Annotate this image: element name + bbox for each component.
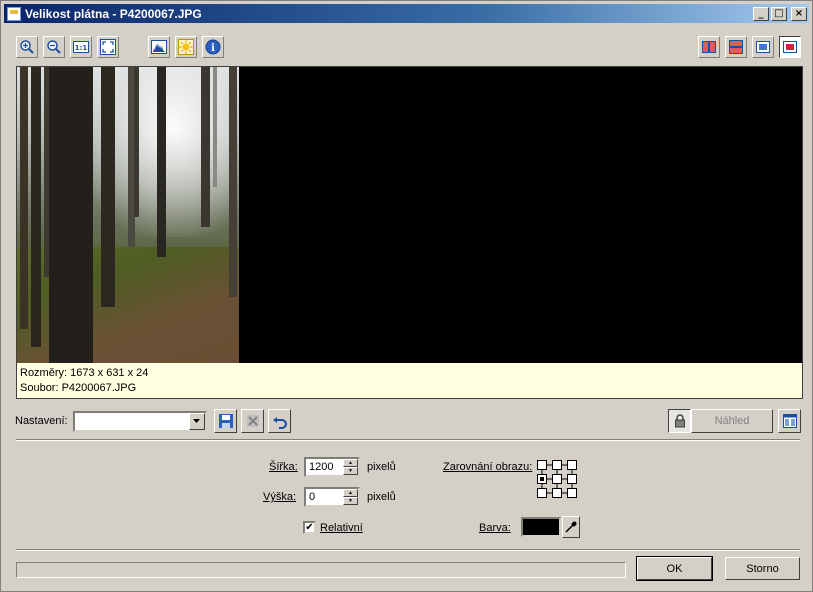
relative-checkbox[interactable]: ✔ bbox=[303, 521, 316, 534]
alignment-label-text: Zarovnání obrazu: bbox=[443, 461, 533, 473]
close-button[interactable]: × bbox=[791, 6, 807, 21]
height-up-arrow[interactable]: ▲ bbox=[343, 489, 358, 497]
height-input[interactable]: 0 bbox=[309, 491, 315, 503]
split-vertical-icon bbox=[702, 41, 716, 53]
zoom-in-icon bbox=[20, 40, 34, 54]
image-info-panel: Rozměry: 1673 x 631 x 24 Soubor: P420006… bbox=[16, 363, 803, 399]
single-view-icon bbox=[783, 41, 797, 53]
maximize-button[interactable]: □ bbox=[771, 6, 787, 21]
zoom-out-icon bbox=[47, 40, 61, 54]
eyedropper-button[interactable] bbox=[562, 516, 580, 538]
split-horizontal-button[interactable] bbox=[725, 36, 747, 58]
actual-size-button[interactable]: 1:1 bbox=[70, 36, 92, 58]
zoom-out-button[interactable] bbox=[43, 36, 65, 58]
align-bottom-right[interactable] bbox=[567, 488, 577, 498]
height-down-arrow[interactable]: ▼ bbox=[343, 497, 358, 505]
lock-toggle-button[interactable] bbox=[668, 409, 691, 433]
undo-icon bbox=[272, 417, 287, 429]
align-middle-right[interactable] bbox=[567, 474, 577, 484]
alignment-label: Zarovnání obrazu: bbox=[443, 461, 532, 473]
dimensions-text: Rozměry: 1673 x 631 x 24 bbox=[20, 367, 149, 379]
width-label-text: Šířka: bbox=[269, 461, 298, 473]
delete-settings-button[interactable] bbox=[241, 409, 264, 433]
save-settings-button[interactable] bbox=[214, 409, 237, 433]
settings-label: Nastavení: bbox=[15, 415, 68, 427]
width-spinner[interactable]: 1200 ▲ ▼ bbox=[304, 457, 360, 477]
sun-icon bbox=[178, 39, 194, 55]
svg-text:i: i bbox=[211, 43, 215, 54]
preview-button[interactable]: Náhled bbox=[691, 409, 773, 433]
minimize-button[interactable]: _ bbox=[753, 6, 769, 21]
histogram-button[interactable] bbox=[148, 36, 170, 58]
layout-icon bbox=[782, 414, 797, 428]
width-unit: pixelů bbox=[367, 461, 396, 473]
actual-size-icon: 1:1 bbox=[73, 41, 89, 53]
height-spinner[interactable]: 0 ▲ ▼ bbox=[304, 487, 360, 507]
title-bar[interactable]: Velikost plátna - P4200067.JPG _ □ × bbox=[4, 4, 809, 23]
fit-window-icon bbox=[100, 39, 116, 55]
align-middle-left[interactable] bbox=[537, 474, 547, 484]
width-input[interactable]: 1200 bbox=[309, 461, 333, 473]
info-button[interactable]: i bbox=[202, 36, 224, 58]
info-icon: i bbox=[205, 39, 221, 55]
align-top-left[interactable] bbox=[537, 460, 547, 470]
progress-bar bbox=[16, 562, 626, 578]
height-unit: pixelů bbox=[367, 491, 396, 503]
image-preview[interactable] bbox=[16, 66, 803, 364]
single-view-red-button[interactable] bbox=[779, 36, 801, 58]
height-label: Výška: bbox=[263, 491, 296, 503]
combo-dropdown-arrow[interactable] bbox=[189, 413, 205, 430]
align-top-center[interactable] bbox=[552, 460, 562, 470]
highlight-button[interactable] bbox=[175, 36, 197, 58]
histogram-icon bbox=[151, 40, 167, 54]
delete-icon bbox=[246, 415, 259, 427]
settings-combo[interactable] bbox=[73, 411, 207, 432]
file-name-text: Soubor: P4200067.JPG bbox=[20, 382, 137, 394]
height-label-text: Výška: bbox=[263, 491, 297, 503]
split-horizontal-icon bbox=[729, 40, 743, 54]
align-bottom-center[interactable] bbox=[552, 488, 562, 498]
canvas-size-dialog: Velikost plátna - P4200067.JPG _ □ × 1:1 bbox=[0, 0, 813, 592]
color-label: Barva: bbox=[479, 522, 511, 534]
separator-bottom bbox=[16, 549, 800, 551]
forest-photo bbox=[17, 67, 239, 363]
align-top-right[interactable] bbox=[567, 460, 577, 470]
separator-top bbox=[16, 439, 800, 441]
window-title: Velikost plátna - P4200067.JPG bbox=[25, 6, 202, 21]
app-icon bbox=[7, 6, 21, 21]
undo-button[interactable] bbox=[268, 409, 291, 433]
color-swatch[interactable] bbox=[521, 517, 561, 537]
lock-icon bbox=[674, 414, 685, 428]
fit-window-button[interactable] bbox=[97, 36, 119, 58]
align-middle-center[interactable] bbox=[552, 474, 562, 484]
svg-text:1:1: 1:1 bbox=[75, 44, 88, 52]
single-view-blue-button[interactable] bbox=[752, 36, 774, 58]
relative-label[interactable]: Relativní bbox=[320, 522, 363, 534]
width-down-arrow[interactable]: ▼ bbox=[343, 467, 358, 475]
save-icon bbox=[218, 414, 233, 428]
width-up-arrow[interactable]: ▲ bbox=[343, 459, 358, 467]
cancel-button[interactable]: Storno bbox=[725, 557, 800, 580]
ok-button[interactable]: OK bbox=[636, 556, 713, 581]
split-vertical-button[interactable] bbox=[698, 36, 720, 58]
alignment-grid[interactable] bbox=[536, 459, 578, 499]
chevron-down-icon bbox=[193, 419, 200, 423]
width-label: Šířka: bbox=[269, 461, 298, 473]
align-bottom-left[interactable] bbox=[537, 488, 547, 498]
layout-toggle-button[interactable] bbox=[778, 409, 801, 433]
zoom-in-button[interactable] bbox=[16, 36, 38, 58]
single-view-icon bbox=[756, 41, 770, 53]
eyedropper-icon bbox=[565, 521, 577, 533]
